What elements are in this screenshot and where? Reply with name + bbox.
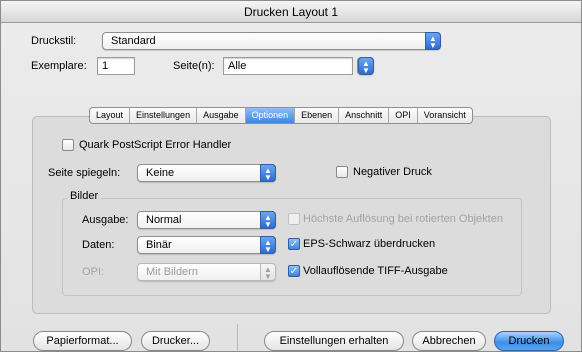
seiten-popup[interactable]: ▲ ▼	[357, 57, 374, 75]
exemplare-field[interactable]: 1	[97, 57, 135, 75]
window-title: Drucken Layout 1	[1, 1, 581, 23]
checkmark-icon: ✓	[289, 266, 299, 277]
drucken-button[interactable]: Drucken	[494, 331, 564, 351]
tab-layout[interactable]: Layout	[90, 108, 131, 123]
eps-schwarz-checkbox[interactable]: ✓	[288, 238, 300, 250]
einstellungen-erhalten-button[interactable]: Einstellungen erhalten	[264, 331, 404, 351]
seiten-field[interactable]: Alle	[223, 57, 353, 75]
updown-arrows-icon: ▲ ▼	[260, 236, 276, 254]
negativ-checkbox[interactable]	[336, 166, 348, 178]
updown-arrows-icon: ▲ ▼	[425, 32, 441, 50]
quark-error-label: Quark PostScript Error Handler	[79, 139, 232, 151]
quark-error-checkbox[interactable]	[62, 139, 74, 151]
updown-arrows-icon: ▲ ▼	[260, 164, 276, 182]
opi-label: OPI:	[82, 266, 105, 278]
updown-arrows-icon: ▲ ▼	[260, 211, 276, 229]
tab-ausgabe[interactable]: Ausgabe	[197, 108, 246, 123]
opi-popup: Mit Bildern ▲ ▼	[137, 263, 276, 281]
hoechste-aufloesung-checkbox	[288, 213, 300, 225]
tab-opi[interactable]: OPI	[389, 108, 418, 123]
tab-anschnitt[interactable]: Anschnitt	[339, 108, 390, 123]
spiegeln-value: Keine	[146, 167, 175, 179]
ausgabe-popup[interactable]: Normal ▲ ▼	[137, 211, 276, 229]
daten-value: Binär	[146, 239, 172, 251]
opi-value: Mit Bildern	[146, 266, 198, 278]
druckstil-popup[interactable]: Standard ▲ ▼	[102, 32, 441, 50]
druckstil-label: Druckstil:	[31, 35, 77, 47]
druckstil-value: Standard	[111, 35, 156, 47]
updown-arrows-icon: ▲ ▼	[260, 263, 276, 281]
tab-bar: Layout Einstellungen Ausgabe Optionen Eb…	[89, 107, 473, 124]
checkmark-icon: ✓	[289, 239, 299, 250]
tab-einstellungen[interactable]: Einstellungen	[130, 108, 198, 123]
bilder-group-label: Bilder	[67, 190, 102, 202]
tab-optionen[interactable]: Optionen	[245, 108, 296, 123]
ausgabe-value: Normal	[146, 214, 182, 226]
drucker-button[interactable]: Drucker...	[141, 331, 210, 351]
eps-schwarz-label: EPS-Schwarz überdrucken	[303, 238, 436, 250]
exemplare-label: Exemplare:	[31, 60, 87, 72]
spiegeln-popup[interactable]: Keine ▲ ▼	[137, 164, 276, 182]
tab-ebenen[interactable]: Ebenen	[295, 108, 340, 123]
tiff-ausgabe-checkbox[interactable]: ✓	[288, 265, 300, 277]
updown-arrows-icon: ▲ ▼	[358, 57, 374, 75]
button-divider	[237, 324, 238, 351]
tab-voransicht[interactable]: Voransicht	[418, 108, 472, 123]
seiten-label: Seite(n):	[173, 60, 215, 72]
hoechste-aufloesung-label: Höchste Auflösung bei rotierten Objekten	[303, 213, 503, 225]
print-dialog: Drucken Layout 1 Druckstil: Standard ▲ ▼ …	[0, 0, 582, 352]
abbrechen-button[interactable]: Abbrechen	[412, 331, 486, 351]
negativ-label: Negativer Druck	[353, 166, 432, 178]
ausgabe-label: Ausgabe:	[82, 214, 129, 226]
daten-label: Daten:	[82, 239, 115, 251]
tiff-ausgabe-label: Vollauflösende TIFF-Ausgabe	[303, 265, 448, 277]
daten-popup[interactable]: Binär ▲ ▼	[137, 236, 276, 254]
papierformat-button[interactable]: Papierformat...	[33, 331, 132, 351]
spiegeln-label: Seite spiegeln:	[48, 167, 121, 179]
